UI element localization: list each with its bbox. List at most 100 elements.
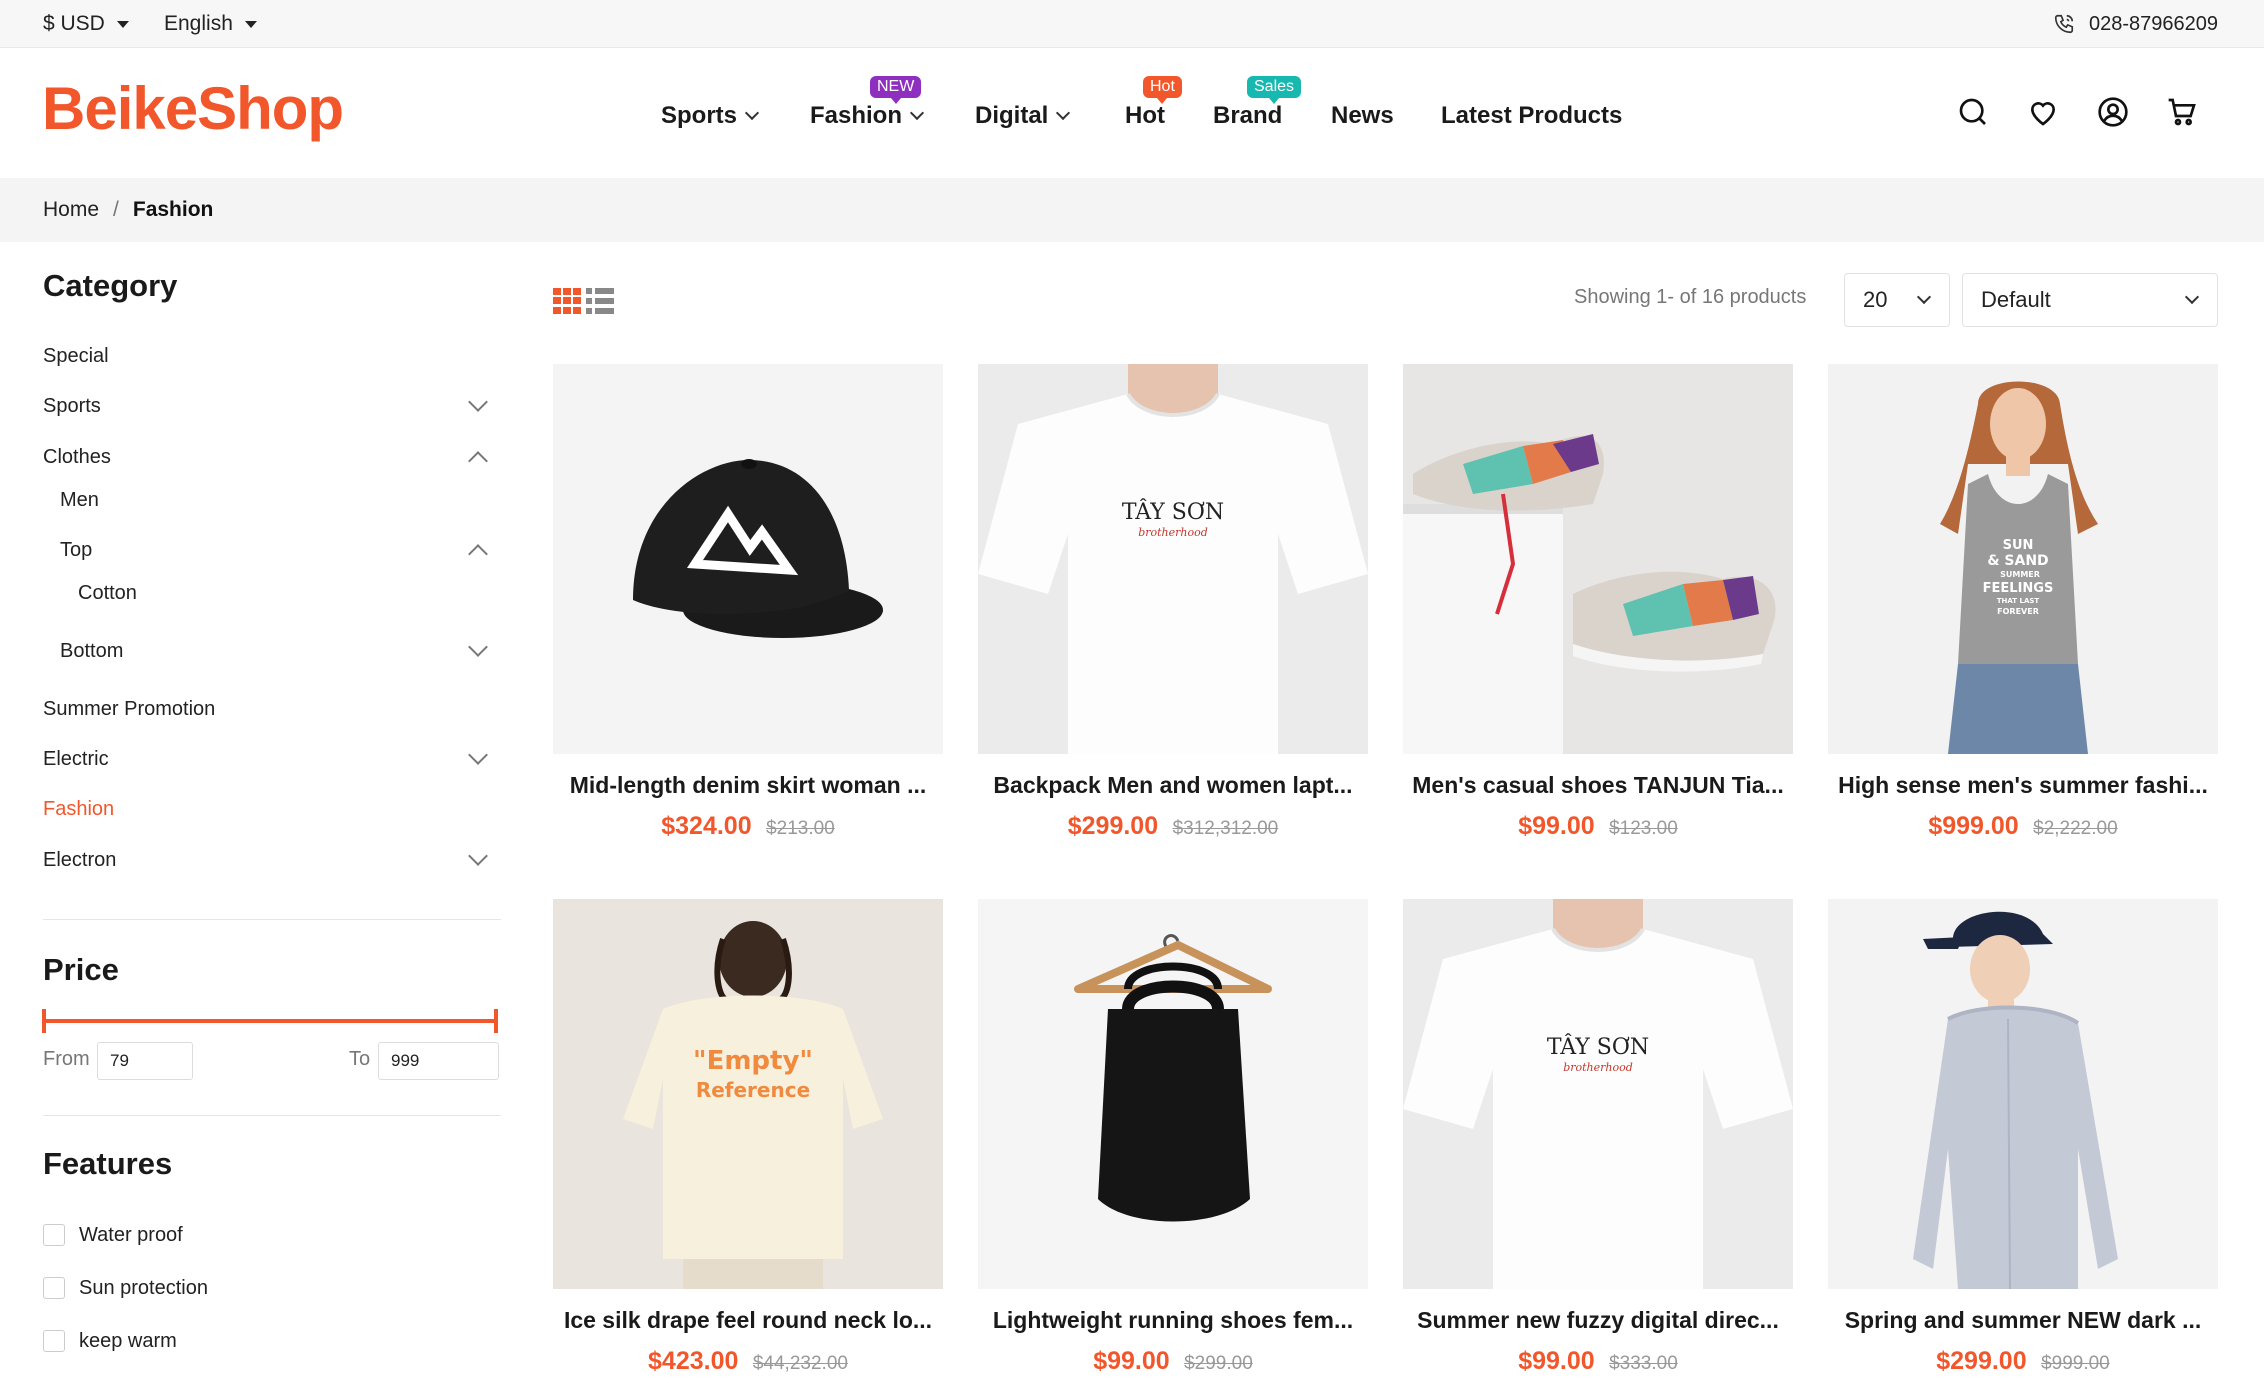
product-card[interactable]: TÂY SƠN brotherhood Summer new fuzzy dig… (1403, 899, 1793, 1399)
category-top[interactable]: Top (60, 534, 493, 566)
product-title[interactable]: Mid-length denim skirt woman ... (553, 772, 943, 799)
product-title[interactable]: Lightweight running shoes fem... (978, 1307, 1368, 1334)
currency-selector[interactable]: $ USD (43, 0, 129, 48)
breadcrumb-home[interactable]: Home (43, 198, 99, 222)
category-clothes[interactable]: Clothes (43, 441, 493, 473)
language-selector[interactable]: English (164, 0, 257, 48)
search-icon[interactable] (1955, 94, 1991, 130)
black-cap-image[interactable] (553, 364, 943, 754)
nav-sports[interactable]: Sports (661, 96, 760, 136)
back-print-tshirt-image[interactable]: "Empty" Reference (553, 899, 943, 1289)
chevron-down-icon[interactable] (468, 392, 488, 412)
product-price: $423.00 $44,232.00 (553, 1347, 943, 1376)
price-from-input[interactable] (97, 1042, 193, 1080)
category-men[interactable]: Men (60, 484, 493, 516)
caret-down-icon (116, 20, 129, 28)
checkbox[interactable] (43, 1330, 65, 1352)
account-icon[interactable] (2095, 94, 2131, 130)
chevron-down-icon (1916, 289, 1932, 305)
category-sports[interactable]: Sports (43, 390, 493, 422)
nav-hot[interactable]: Hot Hot (1125, 76, 1182, 136)
chevron-down-icon[interactable] (468, 846, 488, 866)
list-view-icon[interactable] (586, 288, 614, 314)
product-card[interactable]: Men's casual shoes TANJUN Tia... $99.00 … (1403, 364, 1793, 864)
nav-latest-products[interactable]: Latest Products (1441, 96, 1622, 136)
nav-digital[interactable]: Digital (975, 96, 1071, 136)
product-title[interactable]: Summer new fuzzy digital direc... (1403, 1307, 1793, 1334)
grid-view-icon[interactable] (553, 288, 581, 314)
chevron-down-icon[interactable] (468, 745, 488, 765)
nav-label: Latest Products (1441, 102, 1623, 129)
white-tshirt-image[interactable]: TÂY SƠN brotherhood (1403, 899, 1793, 1289)
product-title[interactable]: Ice silk drape feel round neck lo... (553, 1307, 943, 1334)
product-title[interactable]: Spring and summer NEW dark ... (1828, 1307, 2218, 1334)
product-title[interactable]: Men's casual shoes TANJUN Tia... (1403, 772, 1793, 799)
product-card[interactable]: Lightweight running shoes fem... $99.00 … (978, 899, 1368, 1399)
chevron-up-icon[interactable] (468, 544, 488, 564)
checkbox[interactable] (43, 1224, 65, 1246)
price-min-handle[interactable] (42, 1009, 46, 1033)
product-price: $99.00 $333.00 (1403, 1347, 1793, 1376)
tote-bag-image[interactable] (978, 899, 1368, 1289)
old-price: $123.00 (1609, 818, 1678, 839)
per-page-select[interactable]: 20 (1844, 273, 1950, 327)
current-price: $99.00 (1518, 1347, 1595, 1375)
feature-sun-protection[interactable]: Sun protection (43, 1273, 208, 1303)
price-max-handle[interactable] (494, 1009, 498, 1033)
product-card[interactable]: TÂY SƠN brotherhood Backpack Men and wom… (978, 364, 1368, 864)
cart-icon[interactable] (2164, 94, 2200, 130)
heart-icon[interactable] (2025, 94, 2061, 130)
category-summer-promotion[interactable]: Summer Promotion (43, 693, 493, 725)
product-card[interactable]: Mid-length denim skirt woman ... $324.00… (553, 364, 943, 864)
category-electric[interactable]: Electric (43, 743, 493, 775)
nav-fashion[interactable]: NEW Fashion (810, 76, 925, 136)
back-print-text-2: Reference (696, 1078, 810, 1102)
price-to-input[interactable] (378, 1042, 499, 1080)
sort-select[interactable]: Default (1962, 273, 2218, 327)
category-cotton[interactable]: Cotton (78, 577, 493, 609)
feature-keep-warm[interactable]: keep warm (43, 1326, 177, 1356)
category-fashion-active[interactable]: Fashion (43, 793, 493, 825)
sneakers-image[interactable] (1403, 364, 1793, 754)
chevron-down-icon (744, 105, 760, 121)
feature-water-proof[interactable]: Water proof (43, 1220, 183, 1250)
checkbox[interactable] (43, 1277, 65, 1299)
product-title[interactable]: High sense men's summer fashi... (1828, 772, 2218, 799)
nav-label: Brand (1213, 102, 1283, 129)
nav-brand[interactable]: Sales Brand (1213, 76, 1302, 136)
phone-icon (2054, 14, 2074, 34)
price-to-label: To (349, 1048, 371, 1070)
price-range-track[interactable] (44, 1019, 498, 1023)
badge-hot: Hot (1143, 76, 1182, 104)
chevron-down-icon[interactable] (468, 637, 488, 657)
tank-text-4: FEELINGS (1983, 581, 2054, 596)
category-bottom[interactable]: Bottom (60, 635, 493, 667)
category-label: Top (60, 538, 93, 561)
tank-text-3: SUMMER (2000, 570, 2040, 579)
breadcrumb: Home / Fashion (43, 178, 213, 242)
tshirt-sub-text: brotherhood (1563, 1061, 1633, 1074)
nav-news[interactable]: News (1331, 96, 1394, 136)
current-price: $99.00 (1518, 812, 1595, 840)
shirt-cap-image[interactable] (1828, 899, 2218, 1289)
white-tshirt-image[interactable]: TÂY SƠN brotherhood (978, 364, 1368, 754)
nav-label: Fashion (810, 102, 903, 129)
current-price: $299.00 (1067, 812, 1159, 840)
category-electron[interactable]: Electron (43, 844, 493, 876)
category-label: Electron (43, 848, 117, 871)
tank-top-image[interactable]: SUN & SAND SUMMER FEELINGS THAT LAST FOR… (1828, 364, 2218, 754)
breadcrumb-bar: Home / Fashion (0, 178, 2264, 242)
product-title[interactable]: Backpack Men and women lapt... (978, 772, 1368, 799)
current-price: $299.00 (1936, 1347, 2027, 1375)
product-price: $324.00 $213.00 (553, 812, 943, 841)
chevron-up-icon[interactable] (468, 451, 488, 471)
nav-label: Hot (1125, 102, 1165, 129)
product-card[interactable]: Spring and summer NEW dark ... $299.00 $… (1828, 899, 2218, 1399)
breadcrumb-current: Fashion (132, 198, 214, 221)
old-price: $312,312.00 (1172, 818, 1279, 839)
logo[interactable]: BeikeShop (42, 74, 344, 144)
product-card[interactable]: "Empty" Reference Ice silk drape feel ro… (553, 899, 943, 1399)
product-card[interactable]: SUN & SAND SUMMER FEELINGS THAT LAST FOR… (1828, 364, 2218, 864)
category-special[interactable]: Special (43, 340, 493, 372)
features-title: Features (43, 1146, 173, 1181)
